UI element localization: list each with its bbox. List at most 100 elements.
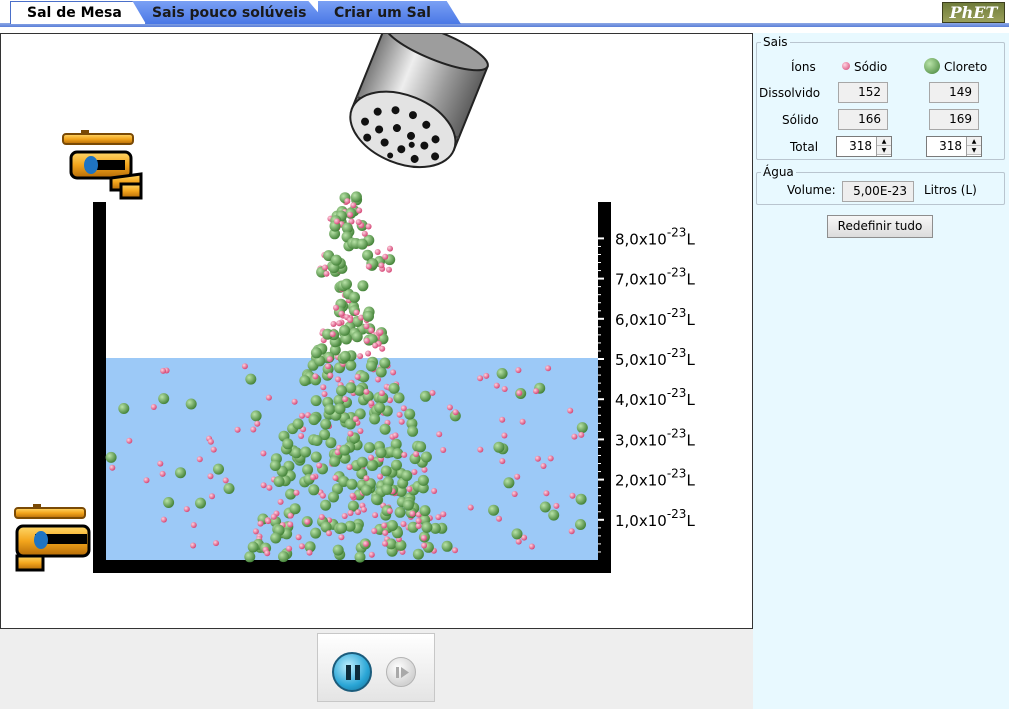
sodium-ion [377,329,384,336]
sodium-ion [207,438,214,445]
sodium-ion [306,549,313,556]
sodium-ion [578,431,585,438]
sodium-ion [375,376,381,383]
step-button[interactable] [386,657,416,687]
chloride-ion [308,414,320,426]
chloride-ion [351,331,363,343]
sodium-total-arrows: ▲ ▼ [876,137,891,156]
sodium-ion [260,450,267,457]
chloride-total-spinner[interactable]: 318 ▲ ▼ [926,136,982,157]
sodium-ion [336,320,343,327]
tab-bar: Criar um Sal Sais pouco solúveis Sal de … [0,0,1009,27]
sodium-ion [515,538,522,545]
chloride-ion [244,551,256,563]
chloride-ion [496,368,508,379]
sodium-ion [143,477,150,484]
chloride-ion [548,509,560,521]
sodium-ion [363,388,370,395]
sodium-ion [398,418,405,425]
tab-criar-um-sal[interactable]: Criar um Sal [318,1,461,24]
sodium-ion [160,516,167,523]
chloride-ion [575,493,587,505]
chloride-ion [311,435,323,446]
chloride-ion [363,310,374,322]
tab-sal-de-mesa[interactable]: Sal de Mesa [10,1,146,24]
sodium-ion [213,540,219,547]
sodium-ion [452,409,459,416]
sodium-ion [270,513,277,520]
sodium-ion [401,451,408,458]
chloride-ion [412,548,424,560]
sodium-ion [347,211,354,218]
sodium-ion [499,458,506,465]
sodium-ion [252,528,259,535]
top-faucet-icon[interactable] [62,130,143,200]
scale-tick-label: 4,0x10-23L [615,386,695,409]
sodium-ion [335,376,341,383]
sodium-ion [378,390,385,397]
scale-tick-label: 1,0x10-23L [615,507,695,530]
spinner-down-icon[interactable]: ▼ [877,146,891,155]
chloride-ion [350,191,362,203]
chloride-ion [329,455,341,467]
sodium-ion [207,473,214,480]
chloride-ion [404,408,416,420]
chloride-ion [379,423,391,435]
sodium-ion [257,520,264,527]
sodium-ion [514,473,521,480]
phet-logo[interactable]: PhET [942,2,1005,23]
sodium-ion [547,455,554,462]
sodium-ion [266,484,273,491]
sodium-ion [330,321,337,327]
chloride-ion [419,505,431,517]
chloride-ion [195,497,206,509]
pause-icon [346,665,351,680]
pause-button[interactable] [332,652,372,692]
sodium-ion [159,470,166,477]
chloride-ion [278,551,289,563]
sodium-ion [368,400,375,407]
scale-tick-label: 6,0x10-23L [615,306,695,329]
chloride-ion [292,418,304,430]
sodium-ion [190,522,197,528]
sodium-ion [540,463,547,469]
chloride-ion [339,444,351,456]
spinner-up-icon[interactable]: ▲ [967,137,981,146]
sodium-ion [291,398,298,405]
sodium-ion [415,517,422,524]
sodium-ion [321,391,328,397]
tab-label: Sal de Mesa [27,5,122,21]
sodium-ion [493,382,500,389]
sodium-ion [344,198,351,205]
reset-all-button[interactable]: Redefinir tudo [827,215,933,238]
chloride-ion [391,459,402,471]
salt-shaker-icon[interactable] [339,34,493,181]
sodium-ion [222,477,229,484]
spinner-down-icon[interactable]: ▼ [967,146,981,155]
salts-title: Sais [763,35,788,49]
sodium-ion [299,412,305,419]
scale-tick-label: 2,0x10-23L [615,467,695,490]
chloride-ion [386,520,398,531]
spinner-up-icon[interactable]: ▲ [877,137,891,146]
sodium-ion [519,418,526,425]
sodium-ion [421,466,428,473]
chloride-ion [300,446,312,458]
sodium-ion [150,404,157,410]
sodium-ion [250,426,257,433]
bottom-faucet-icon[interactable] [14,504,91,572]
total-label: Total [790,140,819,154]
sodium-ion [341,513,348,519]
ions-label: Íons [791,60,816,74]
sodium-total-spinner[interactable]: 318 ▲ ▼ [836,136,892,157]
sodium-ion [254,420,261,427]
sodium-ion [467,504,474,511]
sodium-ion [349,492,356,499]
chloride-total-value: 318 [939,139,962,153]
tab-sais-pouco-soluveis[interactable]: Sais pouco solúveis [132,1,328,24]
chloride-ion [310,395,322,407]
sodium-ion [350,202,357,209]
chloride-ion [357,280,369,292]
sodium-ion [357,428,364,434]
sodium-ion [400,521,407,527]
